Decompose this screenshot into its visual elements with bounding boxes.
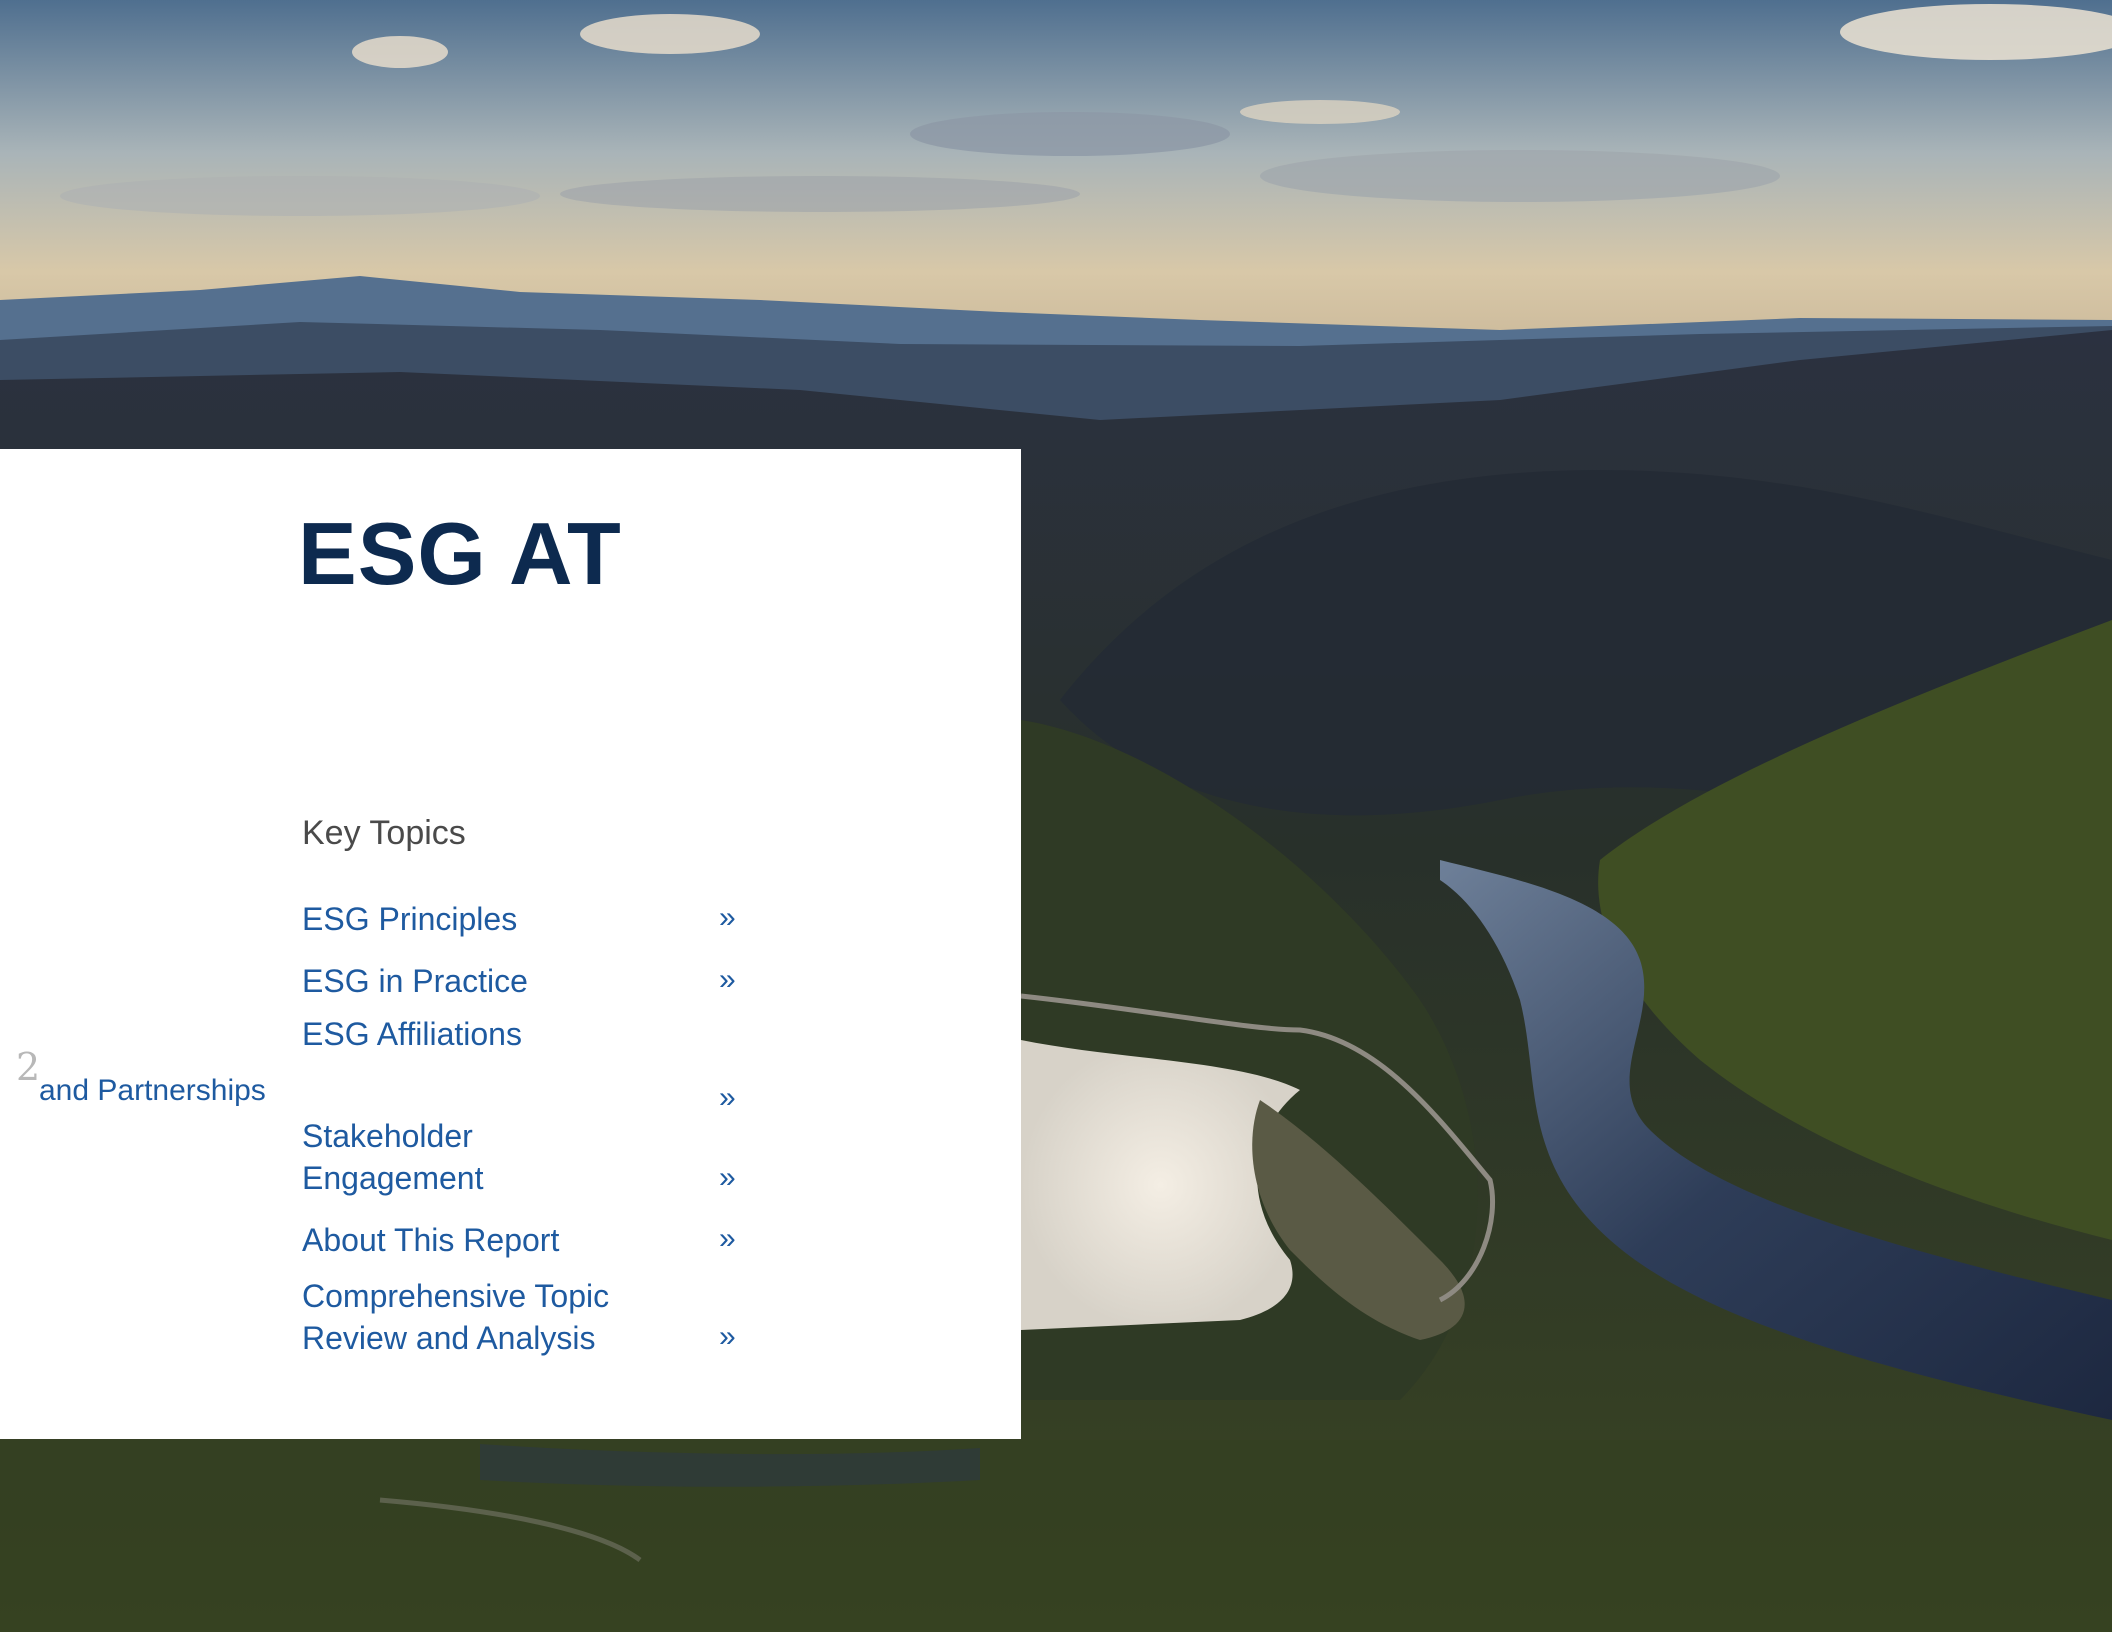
- topic-arrow-comprehensive-review[interactable]: »: [719, 1322, 736, 1352]
- topic-link-review-and-analysis[interactable]: Review and Analysis: [302, 1317, 595, 1359]
- topic-arrow-about-this-report[interactable]: »: [719, 1224, 736, 1254]
- topic-arrow-esg-affiliations[interactable]: »: [719, 1083, 736, 1113]
- topic-link-stakeholder[interactable]: Stakeholder: [302, 1115, 473, 1157]
- topic-arrow-stakeholder-engagement[interactable]: »: [719, 1163, 736, 1193]
- topic-arrow-esg-in-practice[interactable]: »: [719, 965, 736, 995]
- topic-link-comprehensive-topic[interactable]: Comprehensive Topic: [302, 1275, 609, 1317]
- page-title: ESG AT: [298, 504, 622, 603]
- topic-link-esg-affiliations[interactable]: ESG Affiliations: [302, 1013, 522, 1055]
- topic-link-engagement[interactable]: Engagement: [302, 1157, 483, 1199]
- topic-link-and-partnerships[interactable]: and Partnerships: [39, 1076, 266, 1106]
- topic-link-about-this-report[interactable]: About This Report: [302, 1219, 559, 1261]
- topic-link-esg-principles[interactable]: ESG Principles: [302, 898, 517, 940]
- topic-arrow-esg-principles[interactable]: »: [719, 903, 736, 933]
- key-topics-heading: Key Topics: [302, 814, 466, 852]
- page-number: 2: [16, 1045, 41, 1089]
- topic-link-esg-in-practice[interactable]: ESG in Practice: [302, 960, 528, 1002]
